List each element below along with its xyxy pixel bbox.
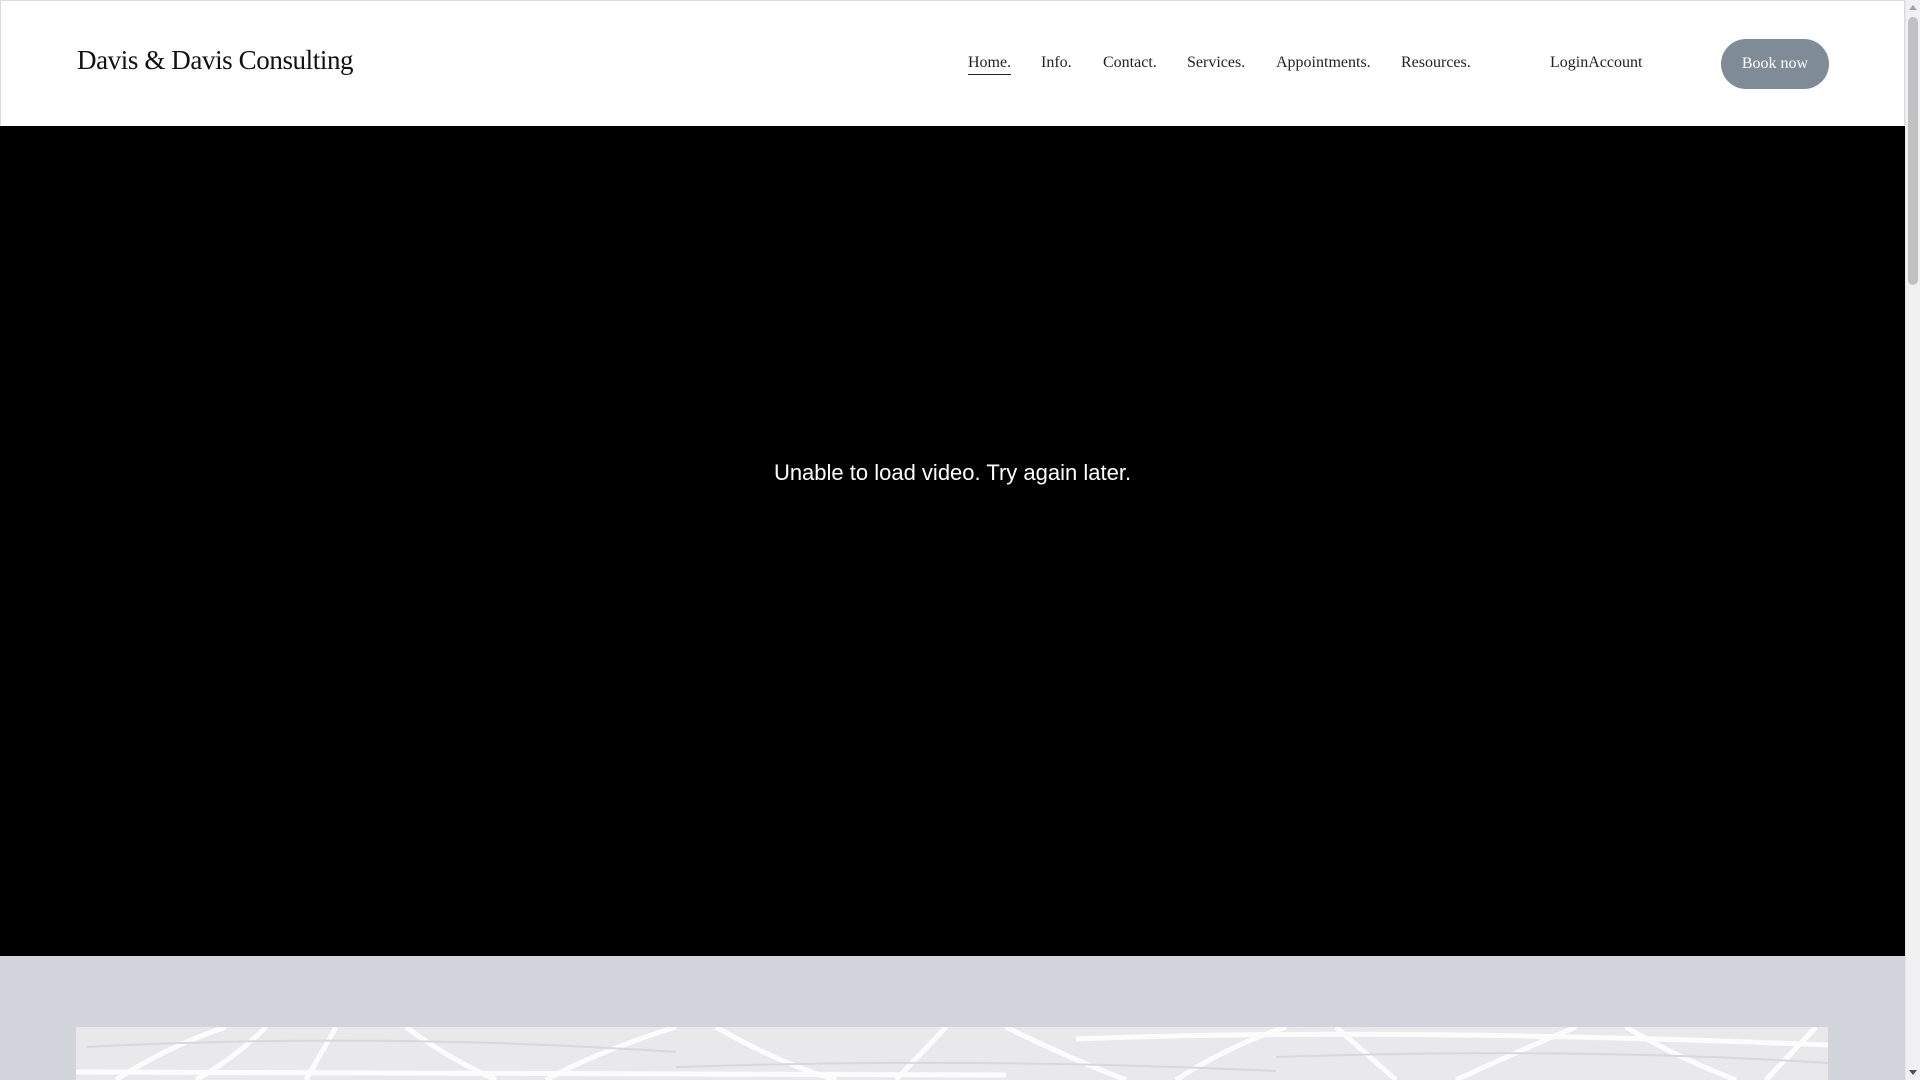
book-now-button[interactable]: Book now <box>1721 39 1829 89</box>
hero-video[interactable]: Unable to load video. Try again later. <box>0 126 1905 956</box>
nav-link-info[interactable]: Info. <box>1041 53 1072 73</box>
scroll-up-arrow-icon[interactable] <box>1909 5 1917 10</box>
map-pattern <box>76 1027 1828 1080</box>
site-header: Davis & Davis Consulting Home. Info. Con… <box>0 0 1905 126</box>
nav-link-resources[interactable]: Resources. <box>1401 53 1471 73</box>
login-account-link[interactable]: LoginAccount <box>1550 53 1642 73</box>
scrollbar-thumb[interactable] <box>1908 17 1918 285</box>
nav-link-services[interactable]: Services. <box>1187 53 1245 73</box>
map-image <box>76 1027 1828 1080</box>
video-error-message: Unable to load video. Try again later. <box>773 460 1132 485</box>
vertical-scrollbar[interactable] <box>1905 0 1920 1080</box>
nav-link-appointments[interactable]: Appointments. <box>1276 53 1371 73</box>
nav-link-contact[interactable]: Contact. <box>1103 53 1157 73</box>
nav-link-home[interactable]: Home. <box>968 53 1012 75</box>
hero-curve-divider <box>0 880 1905 948</box>
scroll-down-arrow-icon[interactable] <box>1909 1070 1917 1075</box>
site-title[interactable]: Davis & Davis Consulting <box>77 45 354 76</box>
